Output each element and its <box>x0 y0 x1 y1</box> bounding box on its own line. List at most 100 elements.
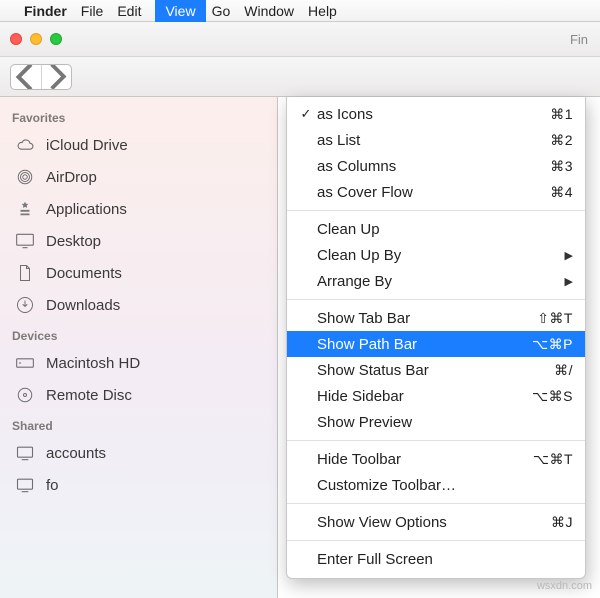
menu-item-label: Clean Up By <box>315 247 559 264</box>
menu-item-as-cover-flow[interactable]: as Cover Flow ⌘4 <box>287 179 585 205</box>
menu-item-shortcut: ⌥⌘P <box>532 336 573 353</box>
menu-item-shortcut: ⌘1 <box>550 106 573 123</box>
menu-item-show-status-bar[interactable]: Show Status Bar ⌘/ <box>287 357 585 383</box>
menu-separator <box>287 210 585 211</box>
menu-item-hide-sidebar[interactable]: Hide Sidebar ⌥⌘S <box>287 383 585 409</box>
sidebar-item-label: Desktop <box>46 233 101 250</box>
menu-item-label: as List <box>315 132 550 149</box>
minimize-button[interactable] <box>30 33 42 45</box>
menu-separator <box>287 440 585 441</box>
applications-icon <box>14 199 36 219</box>
documents-icon <box>14 263 36 283</box>
sidebar-item-label: AirDrop <box>46 169 97 186</box>
menu-item-label: Enter Full Screen <box>315 551 573 568</box>
sidebar-item-airdrop[interactable]: AirDrop <box>0 161 277 193</box>
sidebar-item-label: Documents <box>46 265 122 282</box>
menu-item-shortcut: ⌘J <box>551 514 573 531</box>
menu-item-label: as Icons <box>315 106 550 123</box>
watermark: wsxdn.com <box>537 580 592 592</box>
sidebar-item-accounts[interactable]: accounts <box>0 437 277 469</box>
menu-window[interactable]: Window <box>244 3 294 19</box>
checkmark-icon: ✓ <box>297 106 315 122</box>
menu-separator <box>287 299 585 300</box>
menubar: Finder File Edit View Go Window Help <box>0 0 600 22</box>
menu-separator <box>287 540 585 541</box>
back-button[interactable] <box>11 65 41 89</box>
sidebar-item-remote-disc[interactable]: Remote Disc <box>0 379 277 411</box>
menu-item-as-columns[interactable]: as Columns ⌘3 <box>287 153 585 179</box>
menu-item-clean-up-by[interactable]: Clean Up By ▶ <box>287 242 585 268</box>
menu-item-label: as Columns <box>315 158 550 175</box>
menu-item-customize-toolbar[interactable]: Customize Toolbar… <box>287 472 585 498</box>
menu-item-shortcut: ⌘2 <box>550 132 573 149</box>
submenu-arrow-icon: ▶ <box>565 249 573 262</box>
disc-icon <box>14 385 36 405</box>
menu-item-label: Hide Toolbar <box>315 451 533 468</box>
sidebar-item-label: Applications <box>46 201 127 218</box>
sidebar-item-fo[interactable]: fo <box>0 469 277 501</box>
menubar-app-name[interactable]: Finder <box>24 3 67 19</box>
cloud-icon <box>14 135 36 155</box>
menu-item-label: Show Path Bar <box>315 336 532 353</box>
menu-item-shortcut: ⇧⌘T <box>537 310 573 327</box>
menu-item-shortcut: ⌥⌘T <box>533 451 573 468</box>
menu-item-show-tab-bar[interactable]: Show Tab Bar ⇧⌘T <box>287 305 585 331</box>
menu-item-label: Customize Toolbar… <box>315 477 573 494</box>
menu-item-label: Hide Sidebar <box>315 388 532 405</box>
menu-item-show-view-options[interactable]: Show View Options ⌘J <box>287 509 585 535</box>
server-icon <box>14 475 36 495</box>
menu-item-show-path-bar[interactable]: Show Path Bar ⌥⌘P <box>287 331 585 357</box>
menu-item-label: Arrange By <box>315 273 559 290</box>
sidebar-item-label: Macintosh HD <box>46 355 140 372</box>
menu-item-label: Show View Options <box>315 514 551 531</box>
menu-item-label: as Cover Flow <box>315 184 550 201</box>
desktop-icon <box>14 231 36 251</box>
menu-edit[interactable]: Edit <box>117 3 141 19</box>
sidebar-heading-devices: Devices <box>0 321 277 347</box>
forward-button[interactable] <box>41 65 71 89</box>
airdrop-icon <box>14 167 36 187</box>
menu-go[interactable]: Go <box>212 3 231 19</box>
menu-item-label: Show Preview <box>315 414 573 431</box>
menu-item-enter-full-screen[interactable]: Enter Full Screen <box>287 546 585 572</box>
menu-item-shortcut: ⌥⌘S <box>532 388 573 405</box>
menu-item-label: Show Tab Bar <box>315 310 537 327</box>
submenu-arrow-icon: ▶ <box>565 275 573 288</box>
menu-item-shortcut: ⌘4 <box>550 184 573 201</box>
sidebar-item-documents[interactable]: Documents <box>0 257 277 289</box>
menu-item-as-list[interactable]: as List ⌘2 <box>287 127 585 153</box>
menu-item-label: Show Status Bar <box>315 362 554 379</box>
sidebar-item-desktop[interactable]: Desktop <box>0 225 277 257</box>
menu-item-arrange-by[interactable]: Arrange By ▶ <box>287 268 585 294</box>
menu-item-shortcut: ⌘/ <box>554 362 573 379</box>
sidebar-item-label: fo <box>46 477 59 494</box>
hd-icon <box>14 353 36 373</box>
server-icon <box>14 443 36 463</box>
close-button[interactable] <box>10 33 22 45</box>
sidebar-heading-favorites: Favorites <box>0 103 277 129</box>
menu-item-hide-toolbar[interactable]: Hide Toolbar ⌥⌘T <box>287 446 585 472</box>
sidebar-item-label: Remote Disc <box>46 387 132 404</box>
sidebar-item-icloud-drive[interactable]: iCloud Drive <box>0 129 277 161</box>
downloads-icon <box>14 295 36 315</box>
sidebar-item-label: accounts <box>46 445 106 462</box>
titlebar-text-partial: Fin <box>570 32 590 47</box>
menu-item-as-icons[interactable]: ✓ as Icons ⌘1 <box>287 101 585 127</box>
sidebar-heading-shared: Shared <box>0 411 277 437</box>
sidebar-item-macintosh-hd[interactable]: Macintosh HD <box>0 347 277 379</box>
menu-item-show-preview[interactable]: Show Preview <box>287 409 585 435</box>
sidebar-item-downloads[interactable]: Downloads <box>0 289 277 321</box>
menu-item-label: Clean Up <box>315 221 573 238</box>
sidebar-item-label: iCloud Drive <box>46 137 128 154</box>
zoom-button[interactable] <box>50 33 62 45</box>
menu-view[interactable]: View <box>155 0 205 22</box>
menu-item-shortcut: ⌘3 <box>550 158 573 175</box>
menu-help[interactable]: Help <box>308 3 337 19</box>
menu-item-clean-up[interactable]: Clean Up <box>287 216 585 242</box>
menu-file[interactable]: File <box>81 3 104 19</box>
nav-segment <box>10 64 72 90</box>
sidebar-item-applications[interactable]: Applications <box>0 193 277 225</box>
sidebar-item-label: Downloads <box>46 297 120 314</box>
window-titlebar: Fin <box>0 22 600 57</box>
menu-separator <box>287 503 585 504</box>
